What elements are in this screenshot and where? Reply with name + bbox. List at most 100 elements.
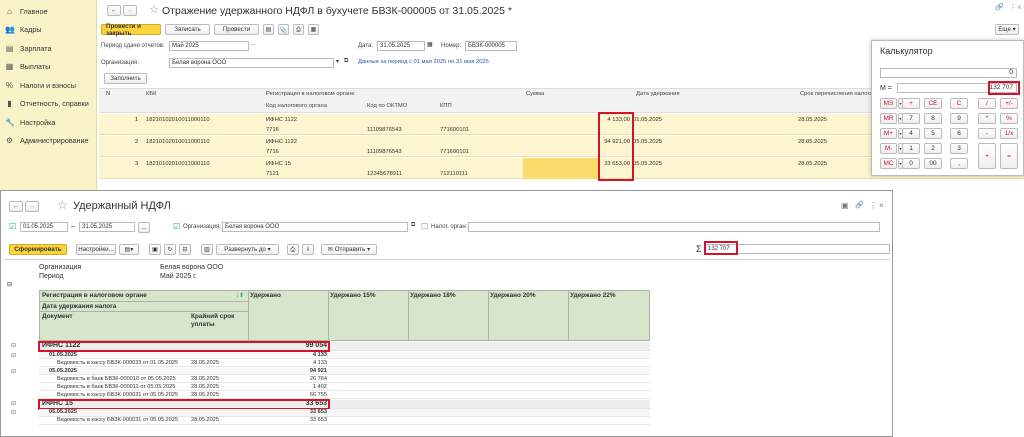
tree-toggle-icon[interactable]: ⊟: [11, 342, 16, 349]
report-more-icon[interactable]: ⋮: [869, 201, 877, 210]
calc-key[interactable]: MS: [880, 98, 897, 109]
date-from-checkbox[interactable]: ☑: [9, 222, 16, 231]
calc-key[interactable]: 1/x: [1000, 128, 1018, 139]
more-vert-icon[interactable]: ⋮: [1009, 3, 1017, 12]
table-icon[interactable]: ▦: [308, 24, 319, 35]
report-row[interactable]: ⊟ ИФНС 1122 99 054: [11, 341, 650, 352]
report-row[interactable]: Ведомость в банк БВЗК-000011 от 05.05.20…: [39, 383, 650, 391]
tree-toggle-icon[interactable]: ⊟: [11, 400, 16, 407]
expand-button[interactable]: Развернуть до ▾: [216, 244, 279, 255]
organization-open-icon[interactable]: ⧉: [344, 58, 348, 65]
period-data-link[interactable]: Данные за период с 01 мая 2025 по 31 мая…: [358, 59, 489, 65]
report-back-icon[interactable]: ←: [9, 201, 23, 212]
report-row[interactable]: ⊟ 01.05.2025 4 133: [11, 351, 650, 359]
date-to-input[interactable]: 31.05.2025: [79, 222, 135, 232]
report-print-icon[interactable]: ⎙: [287, 244, 299, 255]
calc-key[interactable]: /: [978, 98, 996, 109]
calendar-icon[interactable]: ▦: [427, 41, 433, 48]
row-collapse-icon[interactable]: ⊟: [7, 281, 12, 288]
calc-key[interactable]: 6: [950, 128, 968, 139]
forward-arrow-icon[interactable]: →: [123, 5, 137, 16]
calc-key[interactable]: -: [978, 128, 996, 139]
calc-key[interactable]: 1: [902, 143, 920, 154]
report-row[interactable]: Ведомость в кассу БВЗК-000033 от 01.05.2…: [39, 359, 650, 367]
organization-input[interactable]: Белая ворона ООО: [169, 58, 334, 68]
calc-key[interactable]: %: [1000, 113, 1018, 124]
refresh-icon[interactable]: ↻: [164, 244, 176, 255]
report-row[interactable]: ⊟ 05.05.2025 33 653: [11, 409, 650, 417]
sidebar-item-6[interactable]: 🔧 Настройка: [0, 113, 96, 132]
tax-authority-checkbox[interactable]: ☐: [421, 222, 428, 231]
clipboard-icon[interactable]: ▣: [149, 244, 161, 255]
calc-key[interactable]: C: [950, 98, 968, 109]
calc-key[interactable]: MC: [880, 158, 897, 169]
report-row[interactable]: ⊟ 05.05.2025 94 921: [11, 367, 650, 375]
sidebar-item-4[interactable]: % Налоги и взносы: [0, 76, 96, 95]
tree-toggle-icon[interactable]: ⊟: [11, 352, 16, 359]
sidebar-item-0[interactable]: ⌂ Главное: [0, 2, 96, 21]
calc-key[interactable]: 8: [924, 113, 942, 124]
generate-button[interactable]: Сформировать: [9, 244, 67, 255]
calc-key[interactable]: 00: [924, 158, 942, 169]
calc-key[interactable]: =: [1000, 143, 1018, 169]
tax-authority-input[interactable]: [468, 222, 880, 232]
post-and-close-button[interactable]: Провести и закрыть: [101, 23, 161, 37]
org-checkbox[interactable]: ☑: [173, 222, 180, 231]
sidebar-item-3[interactable]: ▦ Выплаты: [0, 58, 96, 77]
calc-key[interactable]: 4: [902, 128, 920, 139]
back-arrow-icon[interactable]: ←: [107, 5, 121, 16]
report-favorite-icon[interactable]: ☆: [57, 198, 68, 212]
sidebar-item-2[interactable]: ▤ Зарплата: [0, 39, 96, 58]
calc-key[interactable]: 5: [924, 128, 942, 139]
tree-toggle-icon[interactable]: ⊟: [11, 368, 16, 375]
report-link-icon[interactable]: 🔗: [855, 201, 864, 209]
link-icon[interactable]: 🔗: [995, 3, 1004, 11]
send-button[interactable]: ✉ Отправить ▾: [321, 244, 377, 255]
calc-key[interactable]: *: [978, 113, 996, 124]
report-row[interactable]: Ведомость в банк БВЗК-000010 от 05.05.20…: [39, 375, 650, 383]
report-org-input[interactable]: Белая ворона ООО: [222, 222, 408, 232]
variants-icon[interactable]: ▤▾: [119, 244, 139, 255]
calc-key[interactable]: 7: [902, 113, 920, 124]
columns-icon[interactable]: ▥: [201, 244, 213, 255]
report-close-icon[interactable]: ×: [879, 201, 884, 210]
number-input[interactable]: БВЗК-000005: [465, 41, 517, 51]
calc-key[interactable]: 9: [950, 113, 968, 124]
calc-key[interactable]: +: [978, 143, 996, 169]
report-save-icon[interactable]: ▣: [841, 201, 849, 210]
period-choose-button[interactable]: …: [138, 222, 150, 233]
print-icon[interactable]: ⎙: [293, 24, 304, 35]
sort-icon[interactable]: ↓⬆: [236, 292, 244, 299]
filter-icon[interactable]: ⊟: [179, 244, 191, 255]
calc-key[interactable]: M+: [880, 128, 897, 139]
sidebar-item-7[interactable]: ⚙ Администрирование: [0, 132, 96, 151]
period-select-icon[interactable]: …: [250, 41, 256, 47]
period-input[interactable]: Май 2025: [169, 41, 249, 51]
calc-key[interactable]: 3: [950, 143, 968, 154]
calc-key[interactable]: MR: [880, 113, 897, 124]
tree-toggle-icon[interactable]: ⊟: [11, 409, 16, 416]
export-icon[interactable]: ⇩: [302, 244, 314, 255]
calc-key[interactable]: +/-: [1000, 98, 1018, 109]
settings-button[interactable]: Настройки...: [76, 244, 116, 255]
calc-key[interactable]: CE: [924, 98, 942, 109]
calc-key[interactable]: ,: [950, 158, 968, 169]
favorite-star-icon[interactable]: ☆: [149, 3, 159, 16]
attach-icon[interactable]: 📎: [278, 24, 289, 35]
report-row[interactable]: ⊟ ИФНС 15 33 653: [11, 398, 650, 410]
close-icon[interactable]: ×: [1017, 3, 1022, 12]
calc-key[interactable]: 2: [924, 143, 942, 154]
organization-dropdown-icon[interactable]: ▾: [336, 58, 339, 65]
calc-key[interactable]: +: [902, 98, 920, 109]
date-input[interactable]: 31.05.2025: [377, 41, 425, 51]
report-org-open-icon[interactable]: ⧉: [411, 222, 415, 229]
more-button[interactable]: Еще ▾: [995, 24, 1019, 35]
sidebar-item-5[interactable]: ▮ Отчетность, справки: [0, 95, 96, 114]
report-forward-icon[interactable]: →: [25, 201, 39, 212]
calc-key[interactable]: M-: [880, 143, 897, 154]
save-button[interactable]: Записать: [165, 24, 210, 35]
date-from-input[interactable]: 01.05.2025: [20, 222, 68, 232]
fill-button[interactable]: Заполнить: [104, 73, 147, 84]
documents-icon[interactable]: ▤: [263, 24, 274, 35]
calc-key[interactable]: 0: [902, 158, 920, 169]
